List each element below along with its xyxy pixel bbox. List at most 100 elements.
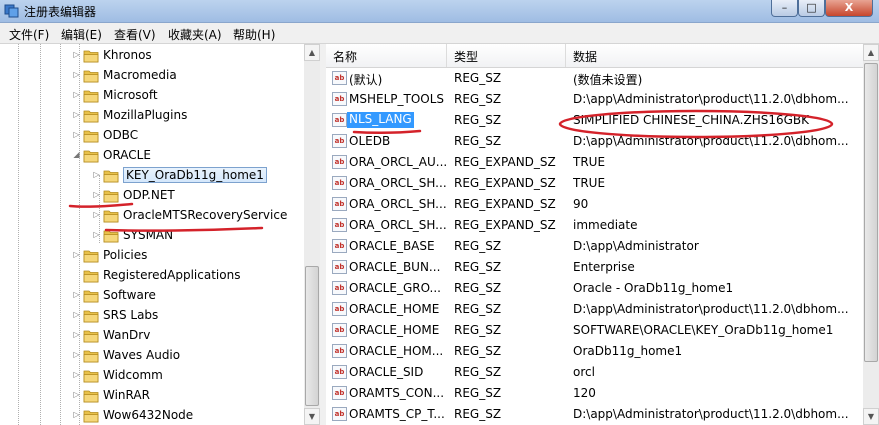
expand-arrow-icon[interactable]: ▷ (72, 250, 81, 259)
value-type-cell: REG_SZ (454, 407, 502, 421)
table-row[interactable]: ab MSHELP_TOOLS REG_SZ D:\app\Administrator… (326, 89, 863, 110)
folder-icon (103, 170, 119, 183)
tree-item[interactable]: ▷ WinRAR (0, 386, 320, 406)
expand-arrow-icon[interactable]: ▷ (72, 310, 81, 319)
tree-item[interactable]: ▷ Microsoft (0, 86, 320, 106)
menu-edit[interactable]: 编辑(E) (61, 26, 102, 43)
folder-icon (103, 210, 119, 223)
table-row[interactable]: ab ORAMTS_CP_T... REG_SZ D:\app\Administrat… (326, 404, 863, 425)
table-row[interactable]: ab (默认) REG_SZ (数值未设置) (326, 68, 863, 89)
expand-arrow-icon[interactable]: ▷ (72, 110, 81, 119)
scroll-up-arrow-icon[interactable]: ▲ (863, 44, 879, 61)
table-row[interactable]: ab ORACLE_BUN... REG_SZ Enterprise (326, 257, 863, 278)
menu-view[interactable]: 查看(V) (114, 26, 156, 43)
column-name-header[interactable]: 名称 (333, 48, 357, 65)
value-data-cell: D:\app\Administrator\product\11.2.0\dbho… (573, 407, 849, 421)
tree-scrollbar[interactable]: ▲ ▼ (304, 44, 320, 425)
tree-item[interactable]: ▷ KEY_OraDb11g_home1 (0, 166, 320, 186)
expand-arrow-icon[interactable]: ▷ (72, 70, 81, 79)
table-row[interactable]: ab ORA_ORCL_SH... REG_EXPAND_SZ immediate (326, 215, 863, 236)
scroll-down-arrow-icon[interactable]: ▼ (304, 408, 320, 425)
tree-item[interactable]: ▷ Waves Audio (0, 346, 320, 366)
folder-icon (83, 50, 99, 63)
table-row[interactable]: ab ORACLE_SID REG_SZ orcl (326, 362, 863, 383)
table-row[interactable]: ab OLEDB REG_SZ D:\app\Administrator\produc… (326, 131, 863, 152)
value-name-cell: MSHELP_TOOLS (349, 92, 445, 106)
table-row[interactable]: ab ORACLE_HOME REG_SZ SOFTWARE\ORACLE\KEY_O… (326, 320, 863, 341)
expand-arrow-icon[interactable]: ▷ (72, 290, 81, 299)
scroll-down-arrow-icon[interactable]: ▼ (863, 408, 879, 425)
value-list[interactable]: 名称 类型 数据 ab (默认) REG_SZ (数值未设置) ab MSHELP_TOO… (326, 44, 879, 425)
tree-item[interactable]: ▷ MozillaPlugins (0, 106, 320, 126)
menu-favorites[interactable]: 收藏夹(A) (168, 26, 222, 43)
expand-arrow-icon[interactable]: ▷ (72, 410, 81, 419)
tree-scroll-thumb[interactable] (305, 266, 319, 406)
table-row[interactable]: ab ORACLE_BASE REG_SZ D:\app\Administrator (326, 236, 863, 257)
expanded-arrow-icon[interactable]: ◢ (72, 150, 81, 159)
tree-item[interactable]: ▷ Widcomm (0, 366, 320, 386)
value-name-cell: ORAMTS_CON... (349, 386, 445, 400)
expand-arrow-icon[interactable]: ▷ (72, 350, 81, 359)
tree-item-label: Khronos (103, 48, 152, 62)
maximize-button[interactable]: □ (798, 0, 825, 17)
tree-item[interactable]: ▷ ODP.NET (0, 186, 320, 206)
value-name-cell: ORACLE_HOME (349, 323, 440, 337)
tree-item[interactable]: ▷ Khronos (0, 46, 320, 66)
tree-item[interactable]: ▷ Wow6432Node (0, 406, 320, 425)
expand-arrow-icon[interactable]: ▷ (72, 370, 81, 379)
value-name-cell: NLS_LANG (347, 112, 414, 128)
expand-arrow-icon[interactable]: ▷ (72, 50, 81, 59)
value-data-cell: Oracle - OraDb11g_home1 (573, 281, 734, 295)
list-scrollbar[interactable]: ▲ ▼ (863, 44, 879, 425)
tree-item[interactable]: RegisteredApplications (0, 266, 320, 286)
tree-item[interactable]: ▷ Macromedia (0, 66, 320, 86)
value-name-cell: ORACLE_HOME (349, 302, 440, 316)
folder-icon (83, 350, 99, 363)
tree-item[interactable]: ▷ Policies (0, 246, 320, 266)
table-row[interactable]: ab ORA_ORCL_AU... REG_EXPAND_SZ TRUE (326, 152, 863, 173)
table-row[interactable]: ab ORA_ORCL_SH... REG_EXPAND_SZ TRUE (326, 173, 863, 194)
table-row[interactable]: ab ORACLE_HOME REG_SZ D:\app\Administrator\… (326, 299, 863, 320)
scroll-up-arrow-icon[interactable]: ▲ (304, 44, 320, 61)
column-data-header[interactable]: 数据 (573, 48, 597, 65)
value-type-cell: REG_EXPAND_SZ (454, 155, 556, 169)
menu-file[interactable]: 文件(F) (9, 26, 49, 43)
expand-arrow-icon[interactable]: ▷ (92, 230, 101, 239)
table-row[interactable]: ab NLS_LANG REG_SZ SIMPLIFIED CHINESE_CHINA… (326, 110, 863, 131)
string-value-icon: ab (332, 323, 347, 337)
table-row[interactable]: ab ORAMTS_CON... REG_SZ 120 (326, 383, 863, 404)
value-data-cell: Enterprise (573, 260, 635, 274)
value-type-cell: REG_SZ (454, 344, 502, 358)
minimize-button[interactable]: – (771, 0, 798, 17)
tree-item-label: ORACLE (103, 148, 151, 162)
table-row[interactable]: ab ORACLE_HOM... REG_SZ OraDb11g_home1 (326, 341, 863, 362)
tree-item[interactable]: ▷ SRS Labs (0, 306, 320, 326)
value-data-cell: 120 (573, 386, 596, 400)
tree-item[interactable]: ▷ OracleMTSRecoveryService (0, 206, 320, 226)
menu-help[interactable]: 帮助(H) (233, 26, 275, 43)
column-separator[interactable] (565, 44, 566, 67)
tree-item-label: RegisteredApplications (103, 268, 241, 282)
expand-arrow-icon[interactable]: ▷ (72, 330, 81, 339)
tree-item[interactable]: ▷ WanDrv (0, 326, 320, 346)
expand-arrow-icon[interactable]: ▷ (92, 190, 101, 199)
expand-arrow-icon[interactable]: ▷ (72, 390, 81, 399)
list-scroll-thumb[interactable] (864, 63, 878, 362)
tree-item[interactable]: ◢ ORACLE (0, 146, 320, 166)
column-separator[interactable] (446, 44, 447, 67)
table-row[interactable]: ab ORACLE_GRO... REG_SZ Oracle - OraDb11g_h… (326, 278, 863, 299)
string-value-icon: ab (332, 365, 347, 379)
value-name-cell: (默认) (349, 73, 383, 87)
expand-arrow-icon[interactable]: ▷ (72, 130, 81, 139)
tree-item[interactable]: ▷ SYSMAN (0, 226, 320, 246)
expand-arrow-icon[interactable]: ▷ (92, 170, 101, 179)
registry-tree[interactable]: ▷ Khronos ▷ Macromedia ▷ Microsoft ▷ MozillaPlu… (0, 44, 320, 425)
folder-icon (103, 230, 119, 243)
tree-item[interactable]: ▷ Software (0, 286, 320, 306)
expand-arrow-icon[interactable]: ▷ (92, 210, 101, 219)
expand-arrow-icon[interactable]: ▷ (72, 90, 81, 99)
close-button[interactable]: X (825, 0, 873, 17)
column-type-header[interactable]: 类型 (454, 48, 478, 65)
table-row[interactable]: ab ORA_ORCL_SH... REG_EXPAND_SZ 90 (326, 194, 863, 215)
tree-item[interactable]: ▷ ODBC (0, 126, 320, 146)
